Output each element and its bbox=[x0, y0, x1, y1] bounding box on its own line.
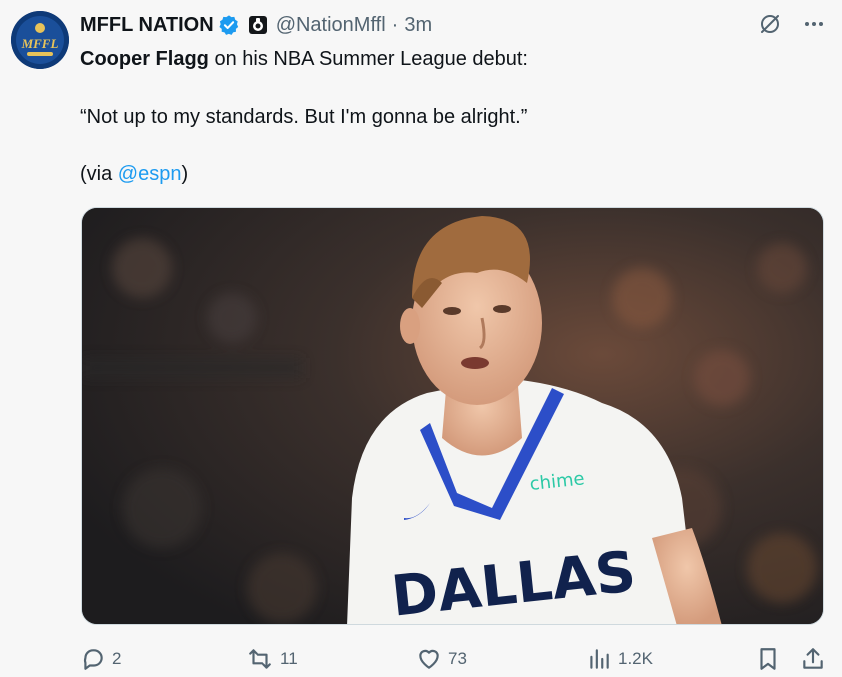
like-button[interactable]: 73 bbox=[416, 644, 467, 674]
tweet-header: MFFL NATION @NationMffl · 3m bbox=[80, 10, 432, 40]
separator-dot: · bbox=[391, 13, 399, 36]
display-name[interactable]: MFFL NATION bbox=[80, 14, 214, 37]
tweet-text-rest: on his NBA Summer League debut: bbox=[208, 48, 528, 70]
affiliate-badge-icon[interactable] bbox=[248, 15, 268, 35]
via-open: (via bbox=[80, 163, 118, 185]
bookmark-icon bbox=[755, 646, 781, 672]
grok-icon[interactable] bbox=[758, 12, 782, 36]
avatar[interactable]: MFFL bbox=[11, 11, 69, 69]
share-button[interactable] bbox=[800, 644, 826, 674]
via-close: ) bbox=[181, 163, 189, 185]
tweet-actions: 2 11 73 1.2K bbox=[0, 644, 842, 674]
share-icon bbox=[800, 646, 826, 672]
reply-count: 2 bbox=[112, 649, 122, 668]
tweet-bold-name: Cooper Flagg bbox=[80, 48, 209, 70]
reply-button[interactable]: 2 bbox=[80, 644, 121, 674]
mention-link[interactable]: @espn bbox=[118, 163, 182, 185]
repost-count: 11 bbox=[280, 649, 298, 668]
tweet-via-line: (via @espn) bbox=[80, 161, 810, 187]
tweet-photo[interactable]: DALLAS chime bbox=[81, 207, 824, 625]
like-count: 73 bbox=[448, 649, 467, 668]
avatar-logo-text: MFFL bbox=[21, 36, 59, 51]
views-icon bbox=[586, 646, 612, 672]
like-icon bbox=[416, 646, 442, 672]
timestamp[interactable]: 3m bbox=[404, 14, 432, 37]
tweet[interactable]: MFFL MFFL NATION @NationMffl · 3m Cooper… bbox=[0, 0, 842, 677]
tweet-text-line-1: Cooper Flagg on his NBA Summer League de… bbox=[80, 46, 810, 72]
more-icon[interactable] bbox=[802, 12, 826, 36]
views-count: 1.2K bbox=[618, 649, 653, 668]
reply-icon bbox=[80, 646, 106, 672]
tweet-quote: “Not up to my standards. But I'm gonna b… bbox=[80, 106, 528, 128]
repost-button[interactable]: 11 bbox=[246, 644, 298, 674]
repost-icon bbox=[246, 646, 274, 672]
verified-badge-icon[interactable] bbox=[218, 14, 240, 36]
top-actions bbox=[758, 12, 826, 36]
views-button[interactable]: 1.2K bbox=[586, 644, 653, 674]
handle[interactable]: @NationMffl bbox=[276, 14, 386, 37]
bookmark-button[interactable] bbox=[755, 644, 781, 674]
